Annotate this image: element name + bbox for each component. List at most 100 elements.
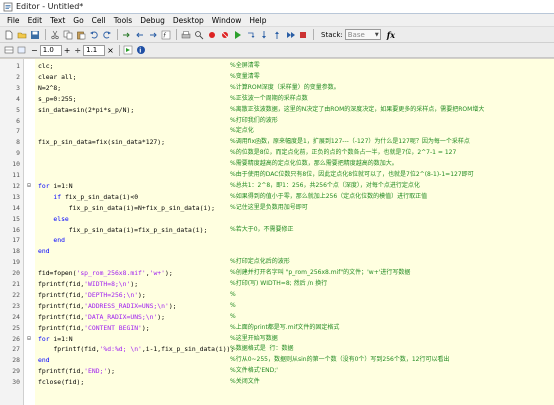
code-line[interactable]: 6 %打印我们的波形 <box>0 116 554 127</box>
fx-function-icon[interactable]: fx <box>387 30 395 40</box>
menu-edit[interactable]: Edit <box>24 16 47 25</box>
line-number: 4 <box>16 94 20 103</box>
menu-text[interactable]: Text <box>46 16 69 25</box>
increment-button[interactable]: + <box>64 46 71 55</box>
code-line[interactable]: 4 s_p=0:255; %正弦波一个周期的采样点数 <box>0 94 554 105</box>
line-number: 1 <box>16 62 20 70</box>
code-line[interactable]: 20 fid=fopen('sp_rom_256x8.mif','w+'); %创建… <box>0 268 554 279</box>
code-line[interactable]: 5 sin_data=sin(2*pi*s_p/N); %离散正弦波数据，这里的N决… <box>0 105 554 116</box>
fold-toggle-icon[interactable]: ⊟ <box>25 334 33 345</box>
open-folder-icon[interactable] <box>16 29 27 40</box>
code-line[interactable]: 11 %由于使用的DAC位数只有8位，因此定点化8位就可以了，也就是7位2^(8-… <box>0 170 554 181</box>
undo-icon[interactable] <box>88 29 99 40</box>
run-icon[interactable] <box>232 29 243 40</box>
cell-run-icon[interactable] <box>16 45 27 56</box>
print-icon[interactable] <box>180 29 191 40</box>
forward-icon[interactable] <box>147 29 158 40</box>
code-line[interactable]: 15 else <box>0 214 554 225</box>
cut-icon[interactable] <box>49 29 60 40</box>
code-comment: %全屏清零 <box>230 62 260 69</box>
decrement-button[interactable]: − <box>31 46 38 55</box>
code-token: ); <box>157 312 165 321</box>
code-line[interactable]: 19 %打印定点化后的波形 <box>0 257 554 268</box>
fold-toggle-icon[interactable]: ⊟ <box>25 181 33 192</box>
line-number: 30 <box>12 378 20 387</box>
title-bar: Editor - Untitled* <box>0 0 554 14</box>
multiply-button[interactable]: × <box>107 46 114 55</box>
code-line[interactable]: 27 fprintf(fid,'%d:%d; \n',i-1,fix_p_sin… <box>0 344 554 355</box>
code-text: if fix_p_sin_data(i)<0 <box>38 192 138 203</box>
code-token: sin_data=sin(2*pi*s_p/N); <box>38 105 135 114</box>
code-line[interactable]: 22 fprintf(fid,'DEPTH=256;\n');% <box>0 290 554 301</box>
cell-mode-icon[interactable] <box>3 45 14 56</box>
code-line[interactable]: 3 N=2^8; %计算ROM深度（采样量）的变量参数。 <box>0 83 554 94</box>
menu-window[interactable]: Window <box>208 16 246 25</box>
set-breakpoint-icon[interactable] <box>206 29 217 40</box>
code-token: fprintf(fid, <box>38 301 85 310</box>
code-line[interactable]: 28 end %行从0~255，数据则从sin的第一个数（没有0个）写到256个数，… <box>0 355 554 366</box>
code-line[interactable]: 16 fix_p_sin_data(i)=fix_p_sin_data(i);%… <box>0 225 554 236</box>
code-line[interactable]: 25 fprintf(fid,'CONTENT BEGIN'); %上面的print… <box>0 323 554 334</box>
code-token: fid=fopen( <box>38 269 77 278</box>
code-token: clear all; <box>38 72 77 81</box>
back-icon[interactable] <box>134 29 145 40</box>
redo-icon[interactable] <box>101 29 112 40</box>
code-comment: %若大于0，不需要修正 <box>230 225 294 233</box>
clear-breakpoints-icon[interactable] <box>219 29 230 40</box>
code-line[interactable]: 14 fix_p_sin_data(i)=N+fix_p_sin_data(i)… <box>0 203 554 214</box>
cell-increment-value-input[interactable]: 1.0 <box>39 44 62 56</box>
window-title: Editor - Untitled* <box>16 2 84 11</box>
menu-desktop[interactable]: Desktop <box>169 16 208 25</box>
go-to-icon[interactable] <box>121 29 132 40</box>
menu-cell[interactable]: Cell <box>88 16 110 25</box>
code-line[interactable]: 24 fprintf(fid,'DATA_RADIX=UNS;\n');% <box>0 312 554 323</box>
code-line[interactable]: 29 fprintf(fid,'END;'); %文件格式'END;' <box>0 366 554 377</box>
menu-tools[interactable]: Tools <box>110 16 136 25</box>
function-browser-icon[interactable]: f <box>160 29 171 40</box>
step-out-icon[interactable] <box>271 29 282 40</box>
code-line[interactable]: 23 fprintf(fid,'ADDRESS_RADIX=UNS;\n');% <box>0 301 554 312</box>
code-line[interactable]: 1 clc; %全屏清零 <box>0 61 554 72</box>
string-literal: 'sp_rom_256x8.mif' <box>76 269 146 278</box>
line-number: 9 <box>16 149 20 158</box>
cell-factor-value-input[interactable]: 1.1 <box>83 44 106 56</box>
save-icon[interactable] <box>29 29 40 40</box>
code-line[interactable]: 26 ⊟ for i=1:N %这里开始写数据 <box>0 334 554 345</box>
line-number: 28 <box>12 356 20 365</box>
code-line[interactable]: 10 %需要精度越高的定点化位数，那么需要把精度越高的数加大。 <box>0 159 554 170</box>
step-in-icon[interactable] <box>258 29 269 40</box>
paste-icon[interactable] <box>75 29 86 40</box>
line-number: 24 <box>12 312 20 321</box>
code-token: ); <box>168 301 177 310</box>
code-comment: %如果得到的值小于零，那么就加上256（定点化位数的模值）进行取正值 <box>230 192 428 200</box>
code-line[interactable]: 12 ⊟ for i=1:N %总共1：2^8，即1：256，共256个点（深度），对… <box>0 181 554 192</box>
string-literal: 'CONTENT BEGIN' <box>84 323 142 332</box>
menu-debug[interactable]: Debug <box>136 16 169 25</box>
code-line[interactable]: 13 if fix_p_sin_data(i)<0 %如果得到的值小于零，那么就加… <box>0 192 554 203</box>
menu-file[interactable]: File <box>3 16 24 25</box>
code-line[interactable]: 17 end <box>0 235 554 246</box>
exit-debug-icon[interactable] <box>297 29 308 40</box>
step-icon[interactable] <box>245 29 256 40</box>
find-icon[interactable] <box>193 29 204 40</box>
code-line[interactable]: 2 clear all; %变量清零 <box>0 72 554 83</box>
divide-button[interactable]: ÷ <box>74 46 81 55</box>
new-file-icon[interactable] <box>3 29 14 40</box>
code-editor[interactable]: 1 clc; %全屏清零 2 clear all; %变量清零 3 N=2^8; %计算ROM深… <box>0 59 554 405</box>
copy-icon[interactable] <box>62 29 73 40</box>
menu-bar: File Edit Text Go Cell Tools Debug Desktop Windo… <box>0 14 554 27</box>
code-line[interactable]: 9 %的位数是8位，而定点化前，正负的点的个数各占一半，也就是7位，2^7-1 =… <box>0 148 554 159</box>
code-line[interactable]: 7 %定点化 <box>0 126 554 137</box>
string-literal: '%d:%d; \n' <box>99 345 142 354</box>
code-line[interactable]: 8 fix_p_sin_data=fix(sin_data*127); %调用fix… <box>0 137 554 148</box>
line-number: 16 <box>12 225 20 234</box>
code-line[interactable]: 21 fprintf(fid,'WIDTH=8;\n'); %打印(写) WIDTH… <box>0 279 554 290</box>
menu-go[interactable]: Go <box>69 16 87 25</box>
continue-icon[interactable] <box>284 29 295 40</box>
menu-help[interactable]: Help <box>245 16 270 25</box>
help-icon[interactable]: i <box>136 45 147 56</box>
code-line[interactable]: 30 fclose(fid); %关闭文件 <box>0 377 554 388</box>
evaluate-cell-icon[interactable] <box>123 45 134 56</box>
code-line[interactable]: 18 end <box>0 246 554 257</box>
stack-dropdown[interactable]: Base ▼ <box>344 29 381 40</box>
